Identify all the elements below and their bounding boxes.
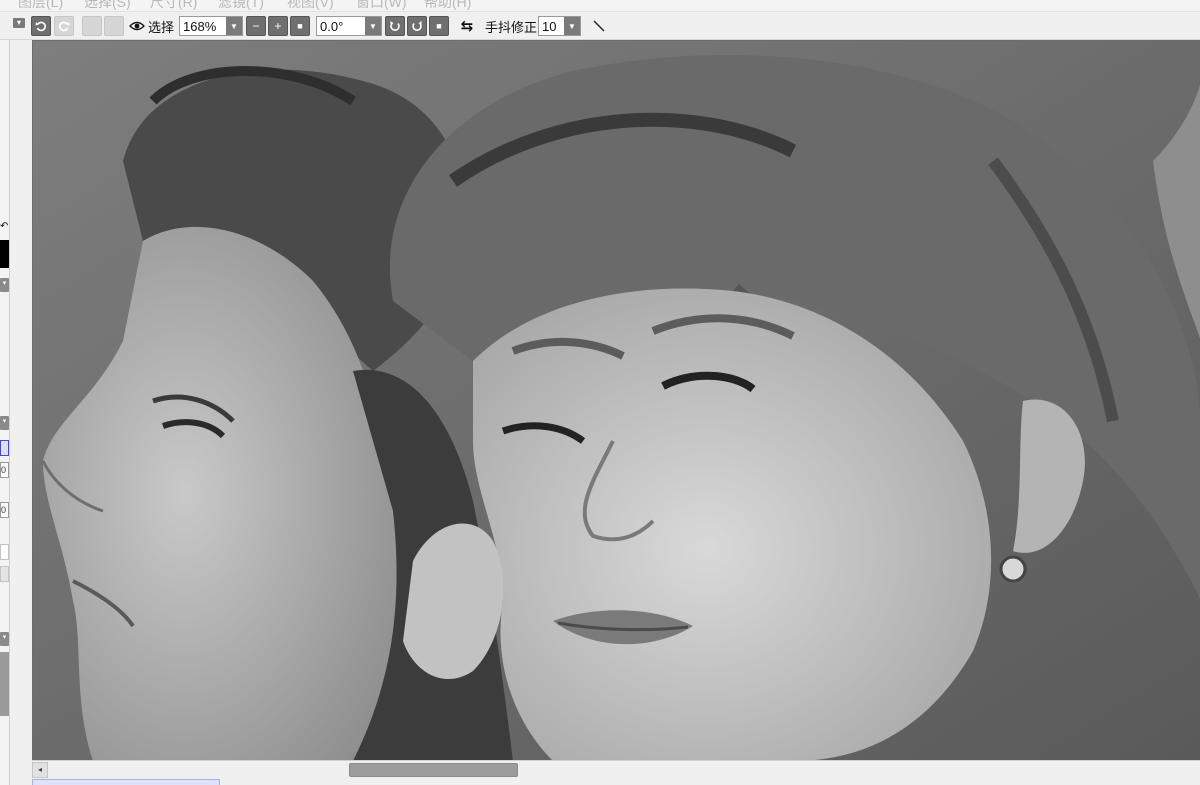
scrollbar-thumb[interactable] [349,763,518,777]
panel-dropdown-button-3[interactable]: ▾ [0,632,9,646]
stabilizer-combo[interactable]: 10 ▼ [538,16,581,36]
drawing-canvas[interactable] [32,40,1200,760]
scroll-left-icon[interactable]: ◂ [32,762,48,778]
primary-color-swatch[interactable] [0,240,9,268]
line-tool-button[interactable] [589,16,609,36]
zoom-reset-button[interactable]: ■ [290,16,310,36]
zoom-combo[interactable]: 168% ▼ [179,16,243,36]
stabilizer-label: 手抖修正 [485,19,538,35]
zoom-in-button[interactable]: + [268,16,288,36]
left-tool-panel: ↶ ▾ ▾ 0 0 ▾ [0,40,10,785]
rotate-ccw-button[interactable] [385,16,405,36]
rotate-reset-button[interactable]: ■ [429,16,449,36]
selected-field[interactable] [0,440,9,456]
menu-bar: 图层(L) 选择(S) 尺寸(R) 滤镜(T) 视图(V) 窗口(W) 帮助(H… [0,0,1200,12]
stabilizer-value: 10 [542,18,557,34]
rotate-right-icon [59,21,70,32]
horizontal-scrollbar[interactable]: ◂ [32,760,1200,778]
diagonal-line-icon [593,20,605,32]
menu-item-filter[interactable]: 滤镜(T) [218,0,264,11]
canvas-tab[interactable] [32,779,220,785]
zoom-out-button[interactable]: − [246,16,266,36]
menu-item-help[interactable]: 帮助(H) [424,0,471,11]
undo-button[interactable] [31,16,51,36]
rotate-cw-icon [412,21,422,31]
panel-dropdown-button-2[interactable]: ▾ [0,416,9,430]
menu-item-view[interactable]: 视图(V) [287,0,334,11]
eye-icon[interactable] [128,16,146,36]
chevron-down-icon[interactable]: ▼ [564,17,580,35]
redo-button[interactable] [54,16,74,36]
chevron-down-icon[interactable]: ▼ [365,17,381,35]
deselect-button[interactable] [104,16,124,36]
select-label: 选择 [148,19,175,35]
zoom-value: 168% [183,18,217,34]
menu-item-size[interactable]: 尺寸(R) [150,0,197,11]
option-toggle-b[interactable] [0,566,9,582]
collapse-toggle-icon[interactable]: ▾ [13,18,25,28]
value-field-a[interactable]: 0 [0,462,9,478]
rotate-cw-button[interactable] [407,16,427,36]
view-toolbar: ▾ 选择 168% ▼ − + ■ 0.0° ▼ ■ ⇆ 手抖修正 10 ▼ [0,12,1200,40]
swap-colors-icon[interactable]: ↶ [0,222,9,234]
portrait-painting [33,41,1200,760]
select-all-button[interactable] [82,16,102,36]
menu-item-select[interactable]: 选择(S) [84,0,131,11]
value-field-b[interactable]: 0 [0,502,9,518]
panel-preview [0,652,9,716]
paint-app-window: 图层(L) 选择(S) 尺寸(R) 滤镜(T) 视图(V) 窗口(W) 帮助(H… [0,0,1200,785]
rotate-ccw-icon [390,21,400,31]
panel-dropdown-button[interactable]: ▾ [0,278,9,292]
option-toggle-a[interactable] [0,544,9,560]
rotation-value: 0.0° [320,18,344,34]
menu-item-window[interactable]: 窗口(W) [356,0,407,11]
rotate-left-icon [35,21,46,32]
rotation-combo[interactable]: 0.0° ▼ [316,16,382,36]
chevron-down-icon[interactable]: ▼ [226,17,242,35]
flip-horizontal-icon[interactable]: ⇆ [458,16,476,36]
menu-item-layer[interactable]: 图层(L) [18,0,63,11]
